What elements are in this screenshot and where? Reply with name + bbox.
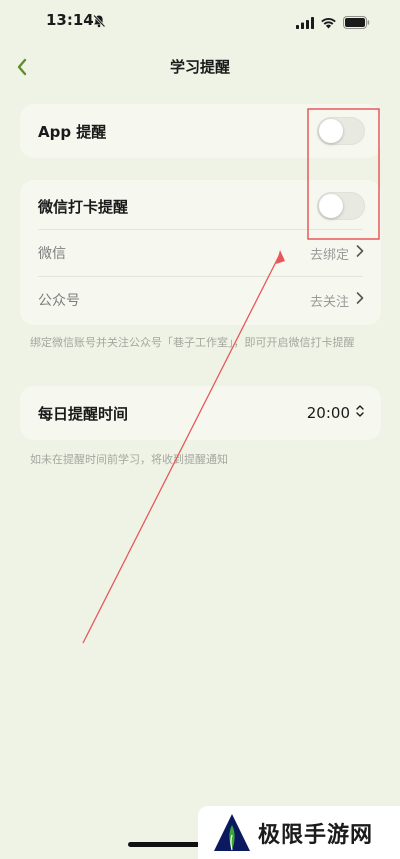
battery-icon bbox=[343, 14, 370, 33]
chevron-right-icon bbox=[355, 291, 365, 309]
daily-hint-text: 如未在提醒时间前学习，将收到提醒通知 bbox=[30, 453, 228, 466]
official-account-row[interactable]: 公众号 去关注 bbox=[20, 277, 381, 323]
app-reminder-label: App 提醒 bbox=[38, 122, 107, 141]
official-account-label: 公众号 bbox=[38, 293, 80, 309]
wechat-bind-row[interactable]: 微信 去绑定 bbox=[20, 230, 381, 276]
watermark: 极限手游网 bbox=[198, 806, 400, 859]
wechat-label: 微信 bbox=[38, 246, 66, 262]
updown-chevron-icon bbox=[355, 404, 365, 422]
official-follow-action: 去关注 bbox=[309, 294, 349, 310]
daily-time-label: 每日提醒时间 bbox=[38, 404, 129, 423]
daily-time-value: 20:00 bbox=[306, 404, 350, 422]
status-bar: 13:14 bbox=[0, 0, 400, 44]
watermark-text: 极限手游网 bbox=[258, 822, 374, 848]
app-reminder-row: App 提醒 bbox=[20, 108, 381, 154]
status-time: 13:14 bbox=[46, 11, 94, 29]
daily-time-card: 每日提醒时间 20:00 bbox=[20, 386, 381, 440]
site-logo-icon bbox=[210, 811, 254, 855]
nav-bar: 学习提醒 bbox=[0, 48, 400, 86]
wechat-reminder-card: 微信打卡提醒 微信 去绑定 公众号 去关注 bbox=[20, 180, 381, 325]
app-reminder-toggle[interactable] bbox=[317, 117, 365, 145]
app-reminder-card: App 提醒 bbox=[20, 104, 381, 158]
daily-time-row[interactable]: 每日提醒时间 20:00 bbox=[20, 390, 381, 436]
signal-icon bbox=[296, 14, 314, 33]
bell-muted-icon bbox=[92, 13, 106, 32]
wechat-hint-text: 绑定微信账号并关注公众号「巷子工作室」，即可开启微信打卡提醒 bbox=[30, 336, 355, 349]
wechat-checkin-label: 微信打卡提醒 bbox=[38, 197, 129, 216]
chevron-right-icon bbox=[355, 244, 365, 262]
wifi-icon bbox=[320, 14, 337, 33]
wechat-checkin-row: 微信打卡提醒 bbox=[20, 183, 381, 229]
wechat-bind-action: 去绑定 bbox=[309, 247, 349, 263]
page-title: 学习提醒 bbox=[169, 58, 230, 76]
wechat-checkin-toggle[interactable] bbox=[317, 192, 365, 220]
